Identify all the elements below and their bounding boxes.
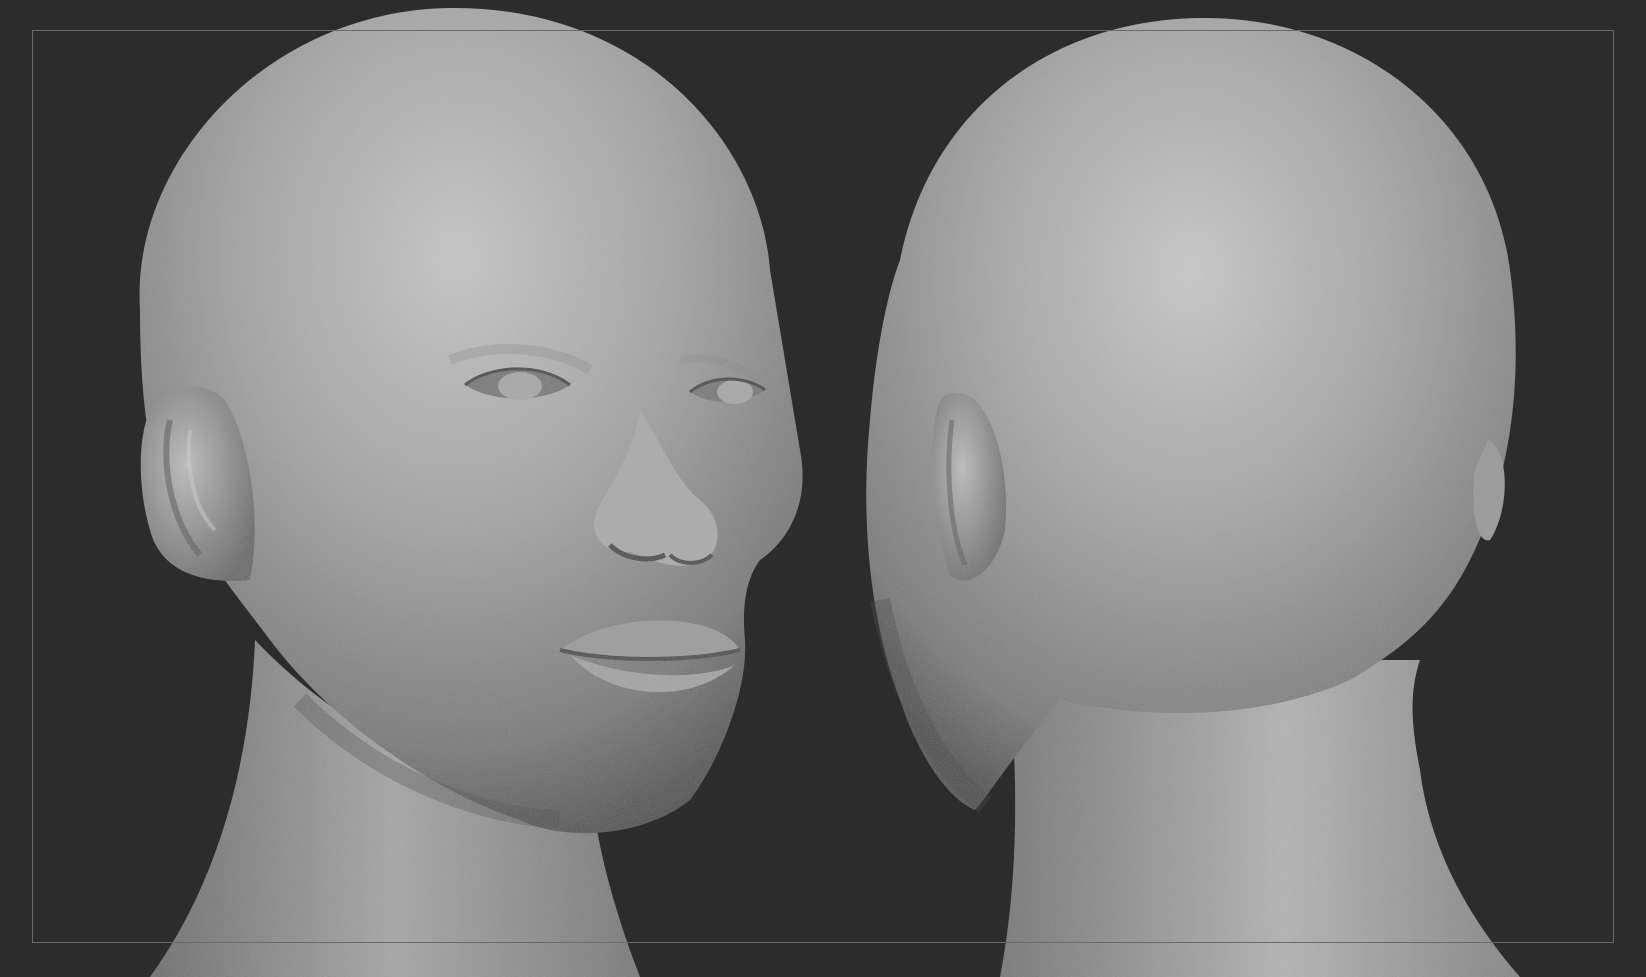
sculpt-viewport[interactable] xyxy=(0,0,1646,977)
front-head xyxy=(139,7,803,834)
back-three-quarter-view xyxy=(866,17,1520,977)
front-three-quarter-view xyxy=(139,7,803,977)
back-neck xyxy=(1000,660,1520,977)
render-canvas xyxy=(139,7,1520,977)
